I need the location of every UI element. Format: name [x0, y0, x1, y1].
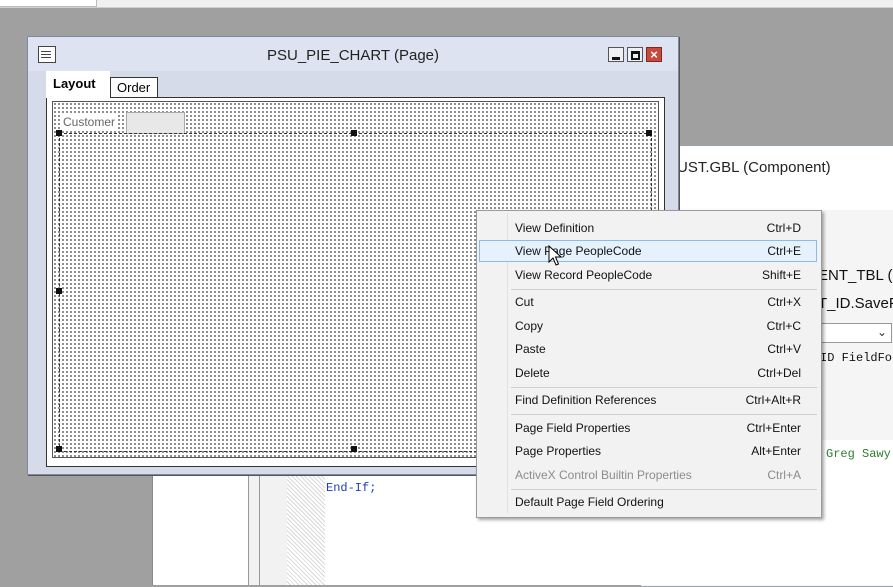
menu-item-shortcut: Alt+Enter: [751, 444, 801, 458]
menu-item-label: View Definition: [515, 221, 595, 235]
menu-item-default-page-field-ordering[interactable]: Default Page Field Ordering: [479, 491, 817, 513]
resize-handle-bottom[interactable]: [351, 446, 357, 452]
menu-item-label: Default Page Field Ordering: [515, 495, 664, 509]
resize-handle-top-left[interactable]: [56, 130, 62, 136]
menu-item-copy[interactable]: Copy Ctrl+C: [479, 315, 817, 337]
menu-item-page-properties[interactable]: Page Properties Alt+Enter: [479, 440, 817, 462]
component-window-title: UST.GBL (Component): [677, 159, 831, 176]
menu-item-label: View Page PeopleCode: [515, 244, 642, 258]
menu-item-shortcut: Ctrl+Del: [757, 366, 801, 380]
chevron-down-icon: ⌄: [876, 325, 887, 339]
menu-item-label: Cut: [515, 295, 534, 309]
menu-item-label: View Record PeopleCode: [515, 268, 653, 282]
menu-item-shortcut: Ctrl+X: [767, 295, 801, 309]
menu-item-shortcut: Ctrl+E: [767, 244, 801, 258]
event-dropdown[interactable]: ⌄: [818, 323, 892, 343]
menu-item-label: Copy: [515, 319, 544, 333]
component-line-1: ENT_TBL (R: [818, 267, 893, 284]
menu-item-label: Paste: [515, 342, 546, 356]
menu-separator: [511, 489, 817, 490]
menu-item-label: Delete: [515, 366, 550, 380]
menu-separator: [511, 289, 817, 290]
menu-item-shortcut: Shift+E: [761, 268, 801, 282]
context-menu: View Definition Ctrl+D View Page PeopleC…: [476, 210, 822, 518]
code-line-end-if[interactable]: End-If;: [326, 481, 376, 495]
customer-field-label[interactable]: Customer: [62, 115, 117, 129]
tab-order[interactable]: Order: [110, 77, 158, 97]
menu-item-label: Page Field Properties: [515, 421, 631, 435]
resize-handle-top[interactable]: [351, 130, 357, 136]
code-line-fieldfo[interactable]: ID FieldFo: [820, 351, 892, 365]
maximize-button[interactable]: [627, 47, 643, 62]
menu-separator: [511, 414, 817, 415]
menu-item-paste[interactable]: Paste Ctrl+V: [479, 338, 817, 360]
menu-item-shortcut: Ctrl+D: [766, 221, 801, 235]
desktop-tab[interactable]: [0, 0, 97, 7]
menu-item-label: ActiveX Control Builtin Properties: [515, 468, 692, 482]
menu-item-page-field-properties[interactable]: Page Field Properties Ctrl+Enter: [479, 417, 817, 439]
menu-item-find-definition-references[interactable]: Find Definition References Ctrl+Alt+R: [479, 389, 817, 411]
menu-item-shortcut: Ctrl+Enter: [746, 421, 801, 435]
menu-item-shortcut: Ctrl+Alt+R: [745, 393, 801, 407]
menu-separator: [511, 387, 817, 388]
resize-handle-top-right[interactable]: [646, 130, 652, 136]
menu-item-view-record-peoplecode[interactable]: View Record PeopleCode Shift+E: [479, 264, 817, 286]
menu-item-shortcut: Ctrl+V: [767, 342, 801, 356]
menu-item-label: Find Definition References: [515, 393, 657, 407]
menu-item-cut[interactable]: Cut Ctrl+X: [479, 291, 817, 313]
customer-field-box[interactable]: [126, 112, 185, 134]
desktop-top-bar: [0, 0, 893, 8]
close-button[interactable]: ×: [646, 47, 662, 62]
menu-item-shortcut: Ctrl+C: [766, 319, 801, 333]
tab-layout[interactable]: Layout: [46, 71, 110, 98]
minimize-button[interactable]: [608, 47, 624, 62]
resize-handle-left[interactable]: [56, 288, 62, 294]
mouse-cursor-icon: [548, 245, 562, 266]
page-window-titlebar[interactable]: PSU_PIE_CHART (Page) ×: [28, 37, 678, 71]
menu-item-activex-control-builtin-properties: ActiveX Control Builtin Properties Ctrl+…: [479, 464, 817, 486]
menu-item-label: Page Properties: [515, 444, 602, 458]
code-comment-author[interactable]: Greg Sawy: [826, 447, 891, 461]
resize-handle-bottom-left[interactable]: [56, 446, 62, 452]
component-line-2: T_ID.SaveP: [818, 295, 893, 312]
menu-item-view-page-peoplecode[interactable]: View Page PeopleCode Ctrl+E: [479, 240, 817, 262]
page-window-title: PSU_PIE_CHART (Page): [266, 47, 440, 64]
menu-item-delete[interactable]: Delete Ctrl+Del: [479, 362, 817, 384]
menu-item-view-definition[interactable]: View Definition Ctrl+D: [479, 217, 817, 239]
menu-item-shortcut: Ctrl+A: [767, 468, 801, 482]
